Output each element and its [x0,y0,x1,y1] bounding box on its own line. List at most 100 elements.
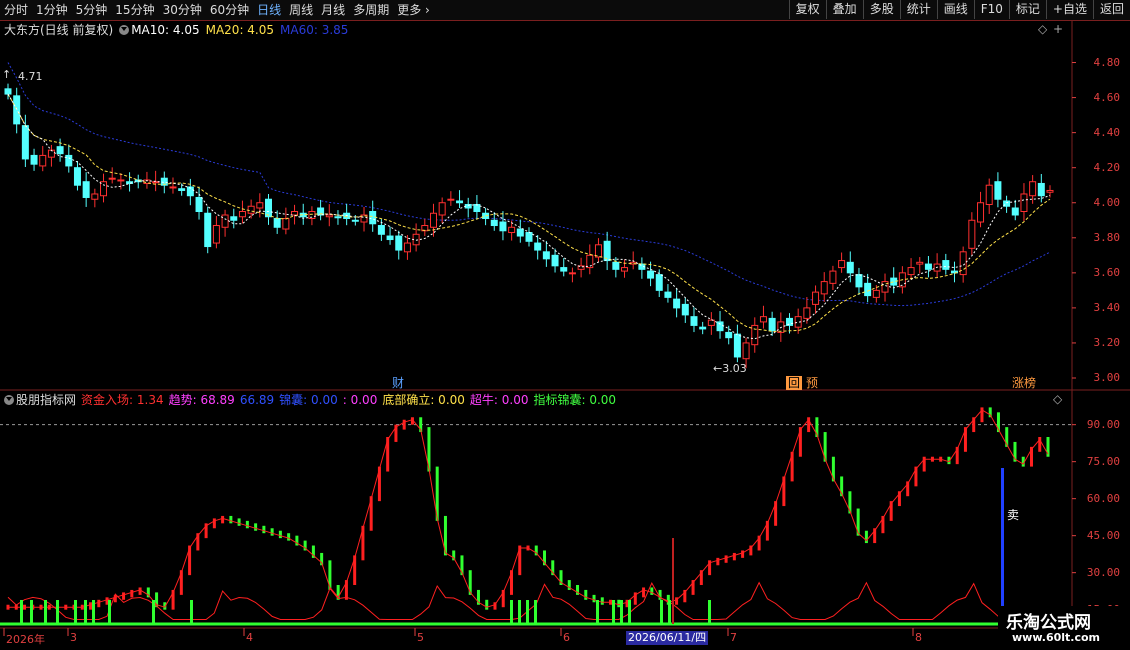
candle-body [265,198,272,218]
trend-bar [303,540,307,551]
candle-body [985,184,993,205]
candle-body [291,211,299,216]
x-axis-label: 6 [563,631,570,644]
candle-body [403,242,411,253]
candle-body [690,316,698,326]
candle-body [91,193,99,200]
trend-bar [559,570,563,585]
candle-body [499,221,507,232]
diamond-icon-2[interactable]: ◇ [1053,392,1062,406]
candle-body [933,263,941,272]
trend-bar [790,451,794,482]
trend-bar [105,597,109,605]
candle-body [751,324,759,346]
period-tab-3[interactable]: 15分钟 [115,2,154,18]
candle-body [612,261,620,270]
main-y-label: 4.80 [1093,55,1121,69]
trend-bar [369,496,373,531]
trend-bar [188,545,192,576]
candle-body [108,177,116,180]
candle-body [829,270,837,284]
plus-icon[interactable]: + [1053,22,1063,36]
indicator-jinnang-value: 指标锦囊: 0.00 [533,393,617,407]
trend-bar [600,597,604,605]
ma60-line [7,62,1051,307]
toolbar-button-1[interactable]: 叠加 [825,0,863,19]
toolbar-button-6[interactable]: 标记 [1008,0,1046,19]
stock-title[interactable]: 大东方(日线 前复权) [4,22,113,38]
candle-body [30,154,38,165]
period-tab-6[interactable]: 日线 [257,2,281,18]
trend-bar [39,604,43,610]
candle-body [803,307,811,319]
trend-bar [97,599,101,608]
trend-bar [782,476,786,507]
diamond-icon[interactable]: ◇ [1038,22,1047,36]
toolbar-button-5[interactable]: F10 [973,0,1009,19]
period-tab-0[interactable]: 分时 [4,2,28,18]
toolbar-button-4[interactable]: 画线 [936,0,974,19]
candle-body [673,298,681,309]
trend-bar [642,587,646,598]
tag-yu[interactable]: 预 [804,376,820,390]
trend-bar [361,525,365,561]
candle-body [126,181,134,184]
trend-bar [452,550,456,561]
volume-bar [628,600,631,624]
stock-chart[interactable] [0,0,1130,650]
candle-body [950,270,958,274]
tag-zhangbang[interactable]: 涨榜 [1010,376,1038,390]
trend-bar [130,589,134,598]
trend-bar [856,508,860,536]
trend-bar [840,476,844,497]
x-axis-label: 3 [70,631,77,644]
trend-line [8,409,1049,608]
bottom-value: 底部确立: 0.00 [382,393,465,407]
period-tab-10[interactable]: 更多 › [397,2,430,18]
trend-bar [798,427,802,457]
trend-bar [311,545,315,558]
trend-bar [394,424,398,442]
candle-body [369,211,377,225]
candle-body [4,88,12,95]
indicator-name[interactable]: 股朋指标网 [16,393,76,407]
period-tab-5[interactable]: 60分钟 [210,2,249,18]
trend-bar [122,592,126,600]
toolbar-button-8[interactable]: 返回 [1092,0,1130,19]
period-tab-4[interactable]: 30分钟 [163,2,202,18]
toolbar-button-7[interactable]: +自选 [1045,0,1093,19]
trend-bar [47,604,51,610]
tag-cai[interactable]: 财 [390,376,406,390]
jinnang-value: 锦囊: 0.00 [279,393,338,407]
candle-body [143,179,151,184]
period-tab-8[interactable]: 月线 [321,2,345,18]
candle-body [890,277,898,286]
period-tab-9[interactable]: 多周期 [353,2,389,18]
period-tab-2[interactable]: 5分钟 [76,2,108,18]
trend-bar [576,585,580,595]
tag-hui[interactable]: 回 [786,376,803,390]
dropdown-icon[interactable] [119,25,130,35]
sell-signal-bar [1001,468,1004,624]
period-tab-7[interactable]: 周线 [289,2,313,18]
main-y-label: 4.20 [1093,160,1121,174]
trend-bar [650,587,654,595]
trend-bar [1046,437,1050,457]
toolbar-button-3[interactable]: 统计 [899,0,937,19]
toolbar-button-0[interactable]: 复权 [788,0,826,19]
trend-bar [757,535,761,551]
period-tab-1[interactable]: 1分钟 [36,2,68,18]
toolbar-button-2[interactable]: 多股 [862,0,900,19]
trend-bar [501,589,505,608]
trend-bar [765,520,769,541]
trend-bar [196,533,200,551]
trend-bar [221,515,225,524]
x-axis-label: 8 [915,631,922,644]
candle-body [942,260,950,270]
trend-bar [270,528,274,536]
dropdown-icon[interactable] [4,395,14,405]
indicator-y-label: 90.00 [1086,417,1120,431]
candle-body [212,225,220,244]
volume-bar [152,600,155,624]
trend-bar [815,417,819,437]
